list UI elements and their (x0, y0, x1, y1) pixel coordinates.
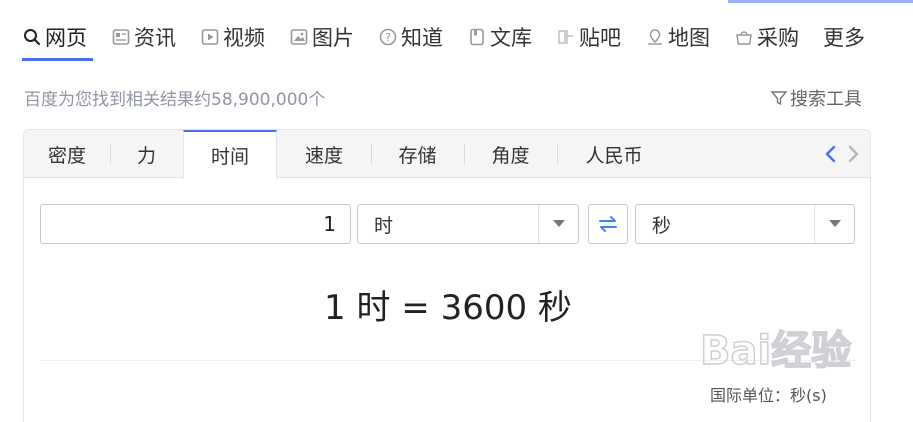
unit-category-tabs: 密度 力 时间 速度 存储 角度 人民币 (24, 130, 870, 179)
to-unit-select[interactable]: 秒 (635, 204, 855, 244)
swap-arrows-icon (599, 216, 617, 232)
image-icon (289, 28, 308, 47)
nav-item-webpage[interactable]: 网页 (22, 22, 87, 52)
nav-item-video[interactable]: 视频 (200, 22, 265, 52)
value-input[interactable] (40, 204, 351, 244)
nav-item-purchase[interactable]: 采购 (734, 22, 799, 52)
tab-time[interactable]: 时间 (183, 130, 277, 179)
nav-item-label: 采购 (757, 26, 799, 50)
nav-item-image[interactable]: 图片 (289, 22, 354, 52)
nav-item-tieba[interactable]: 贴吧 (556, 22, 621, 52)
nav-item-label: 网页 (45, 26, 87, 50)
swap-units-button[interactable] (588, 204, 628, 244)
nav-item-label: 图片 (312, 26, 354, 50)
tab-scroll-arrows (820, 143, 864, 165)
nav-item-label: 知道 (401, 26, 443, 50)
from-unit-value: 时 (374, 214, 394, 237)
nav-item-label: 文库 (490, 26, 532, 50)
filter-icon (770, 89, 788, 107)
tab-rmb[interactable]: 人民币 (557, 130, 671, 178)
chevron-right-icon[interactable] (842, 143, 864, 165)
from-unit-select[interactable]: 时 (357, 204, 579, 244)
caret-down-icon (814, 205, 854, 243)
nav-item-label: 更多 (823, 26, 865, 50)
nav-item-more[interactable]: 更多 (823, 22, 865, 52)
tab-storage[interactable]: 存储 (371, 130, 464, 178)
baidu-jingyan-watermark: Bai经验 (700, 327, 852, 375)
top-accent-line (728, 0, 913, 3)
document-icon (467, 28, 486, 47)
shopping-basket-icon (734, 28, 753, 47)
nav-item-wenku[interactable]: 文库 (467, 22, 532, 52)
search-category-nav: 网页 资讯 视频 图片 ? 知道 文库 贴吧 地图 采购 更多 (22, 20, 889, 54)
tab-speed[interactable]: 速度 (277, 130, 371, 178)
nav-item-label: 贴吧 (579, 26, 621, 50)
nav-item-label: 地图 (668, 26, 710, 50)
news-icon (111, 28, 130, 47)
caret-down-icon (538, 205, 578, 243)
si-unit-note: 国际单位：秒(s) (710, 386, 827, 405)
search-icon (22, 28, 41, 47)
video-icon (200, 28, 219, 47)
map-icon (645, 28, 664, 47)
question-icon: ? (378, 28, 397, 47)
chevron-left-icon[interactable] (820, 143, 842, 165)
nav-item-map[interactable]: 地图 (645, 22, 710, 52)
tab-angle[interactable]: 角度 (464, 130, 557, 178)
nav-item-label: 资讯 (134, 26, 176, 50)
tieba-icon (556, 28, 575, 47)
search-tools-label: 搜索工具 (790, 89, 862, 110)
nav-item-news[interactable]: 资讯 (111, 22, 176, 52)
result-count-text: 百度为您找到相关结果约58,900,000个 (24, 90, 326, 110)
svg-text:?: ? (385, 31, 391, 44)
tab-density[interactable]: 密度 (24, 130, 110, 178)
tab-force[interactable]: 力 (110, 130, 183, 178)
nav-item-zhidao[interactable]: ? 知道 (378, 22, 443, 52)
nav-active-indicator (22, 58, 93, 61)
watermark-text: Bai经验 (700, 328, 851, 374)
to-unit-value: 秒 (652, 214, 672, 237)
search-tools-button[interactable]: 搜索工具 (770, 85, 862, 111)
nav-item-label: 视频 (223, 26, 265, 50)
